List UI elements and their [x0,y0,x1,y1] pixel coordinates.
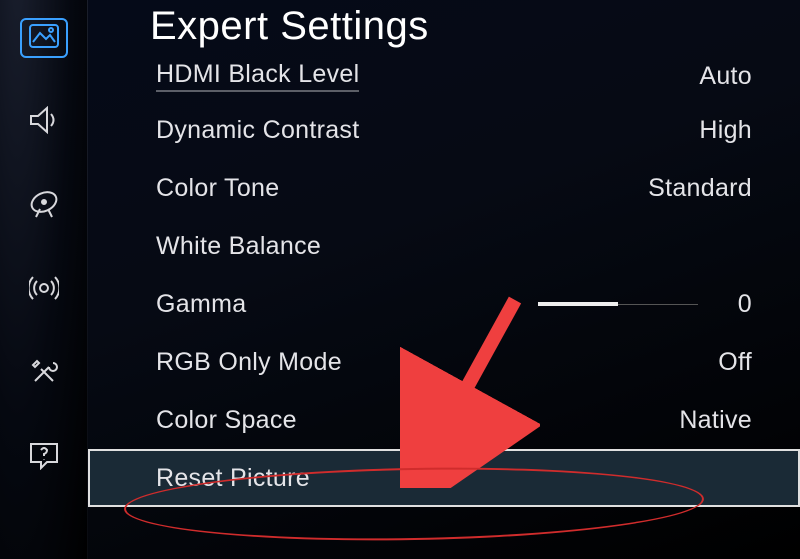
antenna-icon [29,273,59,308]
row-color-space[interactable]: Color Space Native [88,391,800,449]
gamma-slider-wrap: 0 [538,290,752,319]
row-reset-picture[interactable]: Reset Picture [88,449,800,507]
setting-label: Color Space [156,406,297,435]
picture-icon [29,24,59,53]
setting-value: 0 [722,290,752,319]
setting-label: RGB Only Mode [156,348,342,377]
nav-help[interactable] [20,438,68,478]
broadcast-icon [28,189,60,224]
setting-value: Native [642,406,752,435]
help-icon [29,442,59,475]
sound-icon [29,106,59,139]
gamma-slider-fill [538,302,618,306]
nav-picture[interactable] [20,18,68,58]
row-white-balance[interactable]: White Balance [88,217,800,275]
row-gamma[interactable]: Gamma 0 [88,275,800,333]
row-color-tone[interactable]: Color Tone Standard [88,159,800,217]
tools-icon [29,357,59,392]
setting-label: Dynamic Contrast [156,116,359,145]
row-dynamic-contrast[interactable]: Dynamic Contrast High [88,101,800,159]
row-rgb-only-mode[interactable]: RGB Only Mode Off [88,333,800,391]
nav-antenna[interactable] [20,270,68,310]
setting-label: HDMI Black Level [156,60,359,92]
nav-sound[interactable] [20,102,68,142]
gamma-slider[interactable] [538,304,698,305]
setting-label: Color Tone [156,174,279,203]
row-hdmi-black-level[interactable]: HDMI Black Level Auto [88,51,800,101]
setting-value: Auto [642,62,752,91]
nav-tools[interactable] [20,354,68,394]
setting-value: High [642,116,752,145]
setting-value: Standard [642,174,752,203]
setting-value: Off [642,348,752,377]
sidebar-nav [0,0,88,559]
main-panel: Expert Settings HDMI Black Level Auto Dy… [88,0,800,559]
page-title: Expert Settings [88,0,800,49]
settings-list: HDMI Black Level Auto Dynamic Contrast H… [88,51,800,507]
setting-label: Gamma [156,290,246,319]
setting-label: White Balance [156,232,321,261]
nav-broadcast[interactable] [20,186,68,226]
setting-label: Reset Picture [156,464,310,493]
